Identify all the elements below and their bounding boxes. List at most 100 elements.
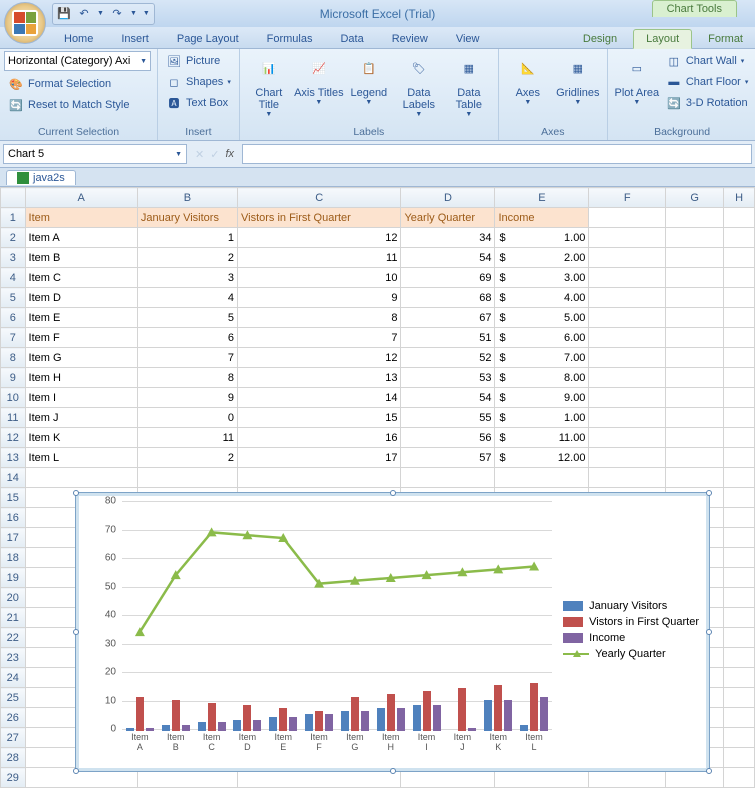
cell[interactable]: Vistors in First Quarter [238,208,401,228]
cell[interactable]: 15 [238,408,401,428]
chart-wall-button[interactable]: ◫Chart Wall▾ [662,51,753,71]
qat-customize-icon[interactable]: ▼ [143,10,150,17]
cancel-icon[interactable]: ✕ [195,148,204,161]
chart-element-combo[interactable]: Horizontal (Category) Axi ▼ [4,51,151,71]
cell[interactable] [589,368,666,388]
cell[interactable]: 53 [401,368,495,388]
cell[interactable]: 54 [401,388,495,408]
cell[interactable] [724,508,755,528]
cell[interactable] [724,428,755,448]
chart-line-series[interactable] [122,501,552,729]
row-header[interactable]: 4 [1,268,26,288]
cell[interactable] [666,248,724,268]
cell[interactable]: 8.00 [495,368,589,388]
name-box[interactable]: Chart 5 ▼ [3,144,187,164]
row-header[interactable]: 18 [1,548,26,568]
cell[interactable]: 11.00 [495,428,589,448]
cell[interactable] [724,328,755,348]
cell[interactable]: 8 [137,368,237,388]
cell[interactable] [666,288,724,308]
cell[interactable] [401,468,495,488]
embedded-chart[interactable]: 01020304050607080 ItemAItemBItemCItemDIt… [75,492,710,772]
row-header[interactable]: 26 [1,708,26,728]
row-header[interactable]: 10 [1,388,26,408]
cell[interactable]: 2.00 [495,248,589,268]
column-header[interactable] [1,188,26,208]
cell[interactable] [724,688,755,708]
row-header[interactable]: 2 [1,228,26,248]
cell[interactable] [724,628,755,648]
cell[interactable] [589,228,666,248]
resize-handle[interactable] [706,490,712,496]
cell[interactable] [589,428,666,448]
gridlines-button[interactable]: ▦Gridlines▼ [553,51,603,109]
tab-home[interactable]: Home [52,30,105,48]
cell[interactable] [589,468,666,488]
cell[interactable]: 4.00 [495,288,589,308]
cell[interactable]: January Visitors [137,208,237,228]
cell[interactable] [724,228,755,248]
cell[interactable]: 56 [401,428,495,448]
cell[interactable] [495,468,589,488]
tab-design[interactable]: Design [571,30,629,48]
cell[interactable]: Item H [25,368,137,388]
enter-icon[interactable]: ✓ [210,148,219,161]
text-box-button[interactable]: 🅰Text Box [162,93,235,113]
workbook-tab[interactable]: java2s [6,170,76,185]
cell[interactable]: 9 [238,288,401,308]
row-header[interactable]: 6 [1,308,26,328]
cell[interactable]: 16 [238,428,401,448]
chart-floor-button[interactable]: ▬Chart Floor▾ [662,72,753,92]
cell[interactable] [666,228,724,248]
cell[interactable]: 7.00 [495,348,589,368]
cell[interactable] [724,768,755,788]
column-header[interactable]: B [137,188,237,208]
row-header[interactable]: 16 [1,508,26,528]
cell[interactable] [666,468,724,488]
column-header[interactable]: A [25,188,137,208]
cell[interactable] [666,428,724,448]
cell[interactable] [724,608,755,628]
cell[interactable]: Item [25,208,137,228]
cell[interactable]: 7 [238,328,401,348]
shapes-button[interactable]: ◻Shapes▾ [162,72,235,92]
cell[interactable]: 0 [137,408,237,428]
cell[interactable]: 12.00 [495,448,589,468]
cell[interactable]: 3 [137,268,237,288]
tab-review[interactable]: Review [380,30,440,48]
column-header[interactable]: F [589,188,666,208]
resize-handle[interactable] [706,768,712,774]
cell[interactable] [724,548,755,568]
cell[interactable] [724,368,755,388]
chart-legend[interactable]: January Visitors Vistors in First Quarte… [563,596,699,664]
cell[interactable] [589,308,666,328]
cell[interactable]: 55 [401,408,495,428]
save-icon[interactable]: 💾 [57,7,71,21]
cell[interactable]: Income [495,208,589,228]
cell[interactable] [25,468,137,488]
chart-plot-area[interactable] [122,501,552,731]
cell[interactable]: Item L [25,448,137,468]
row-header[interactable]: 11 [1,408,26,428]
row-header[interactable]: 20 [1,588,26,608]
cell[interactable]: 52 [401,348,495,368]
cell[interactable]: 6.00 [495,328,589,348]
cell[interactable] [589,348,666,368]
cell[interactable] [666,388,724,408]
cell[interactable] [724,288,755,308]
cell[interactable]: Item B [25,248,137,268]
resize-handle[interactable] [73,629,79,635]
cell[interactable] [724,408,755,428]
cell[interactable] [666,408,724,428]
cell[interactable]: 5.00 [495,308,589,328]
cell[interactable] [724,348,755,368]
column-header[interactable]: D [401,188,495,208]
formula-input[interactable] [242,144,752,164]
cell[interactable]: 2 [137,248,237,268]
cell[interactable]: 9 [137,388,237,408]
row-header[interactable]: 3 [1,248,26,268]
format-selection-button[interactable]: 🎨 Format Selection [4,74,153,94]
cell[interactable] [724,468,755,488]
cell[interactable] [724,648,755,668]
cell[interactable] [724,268,755,288]
